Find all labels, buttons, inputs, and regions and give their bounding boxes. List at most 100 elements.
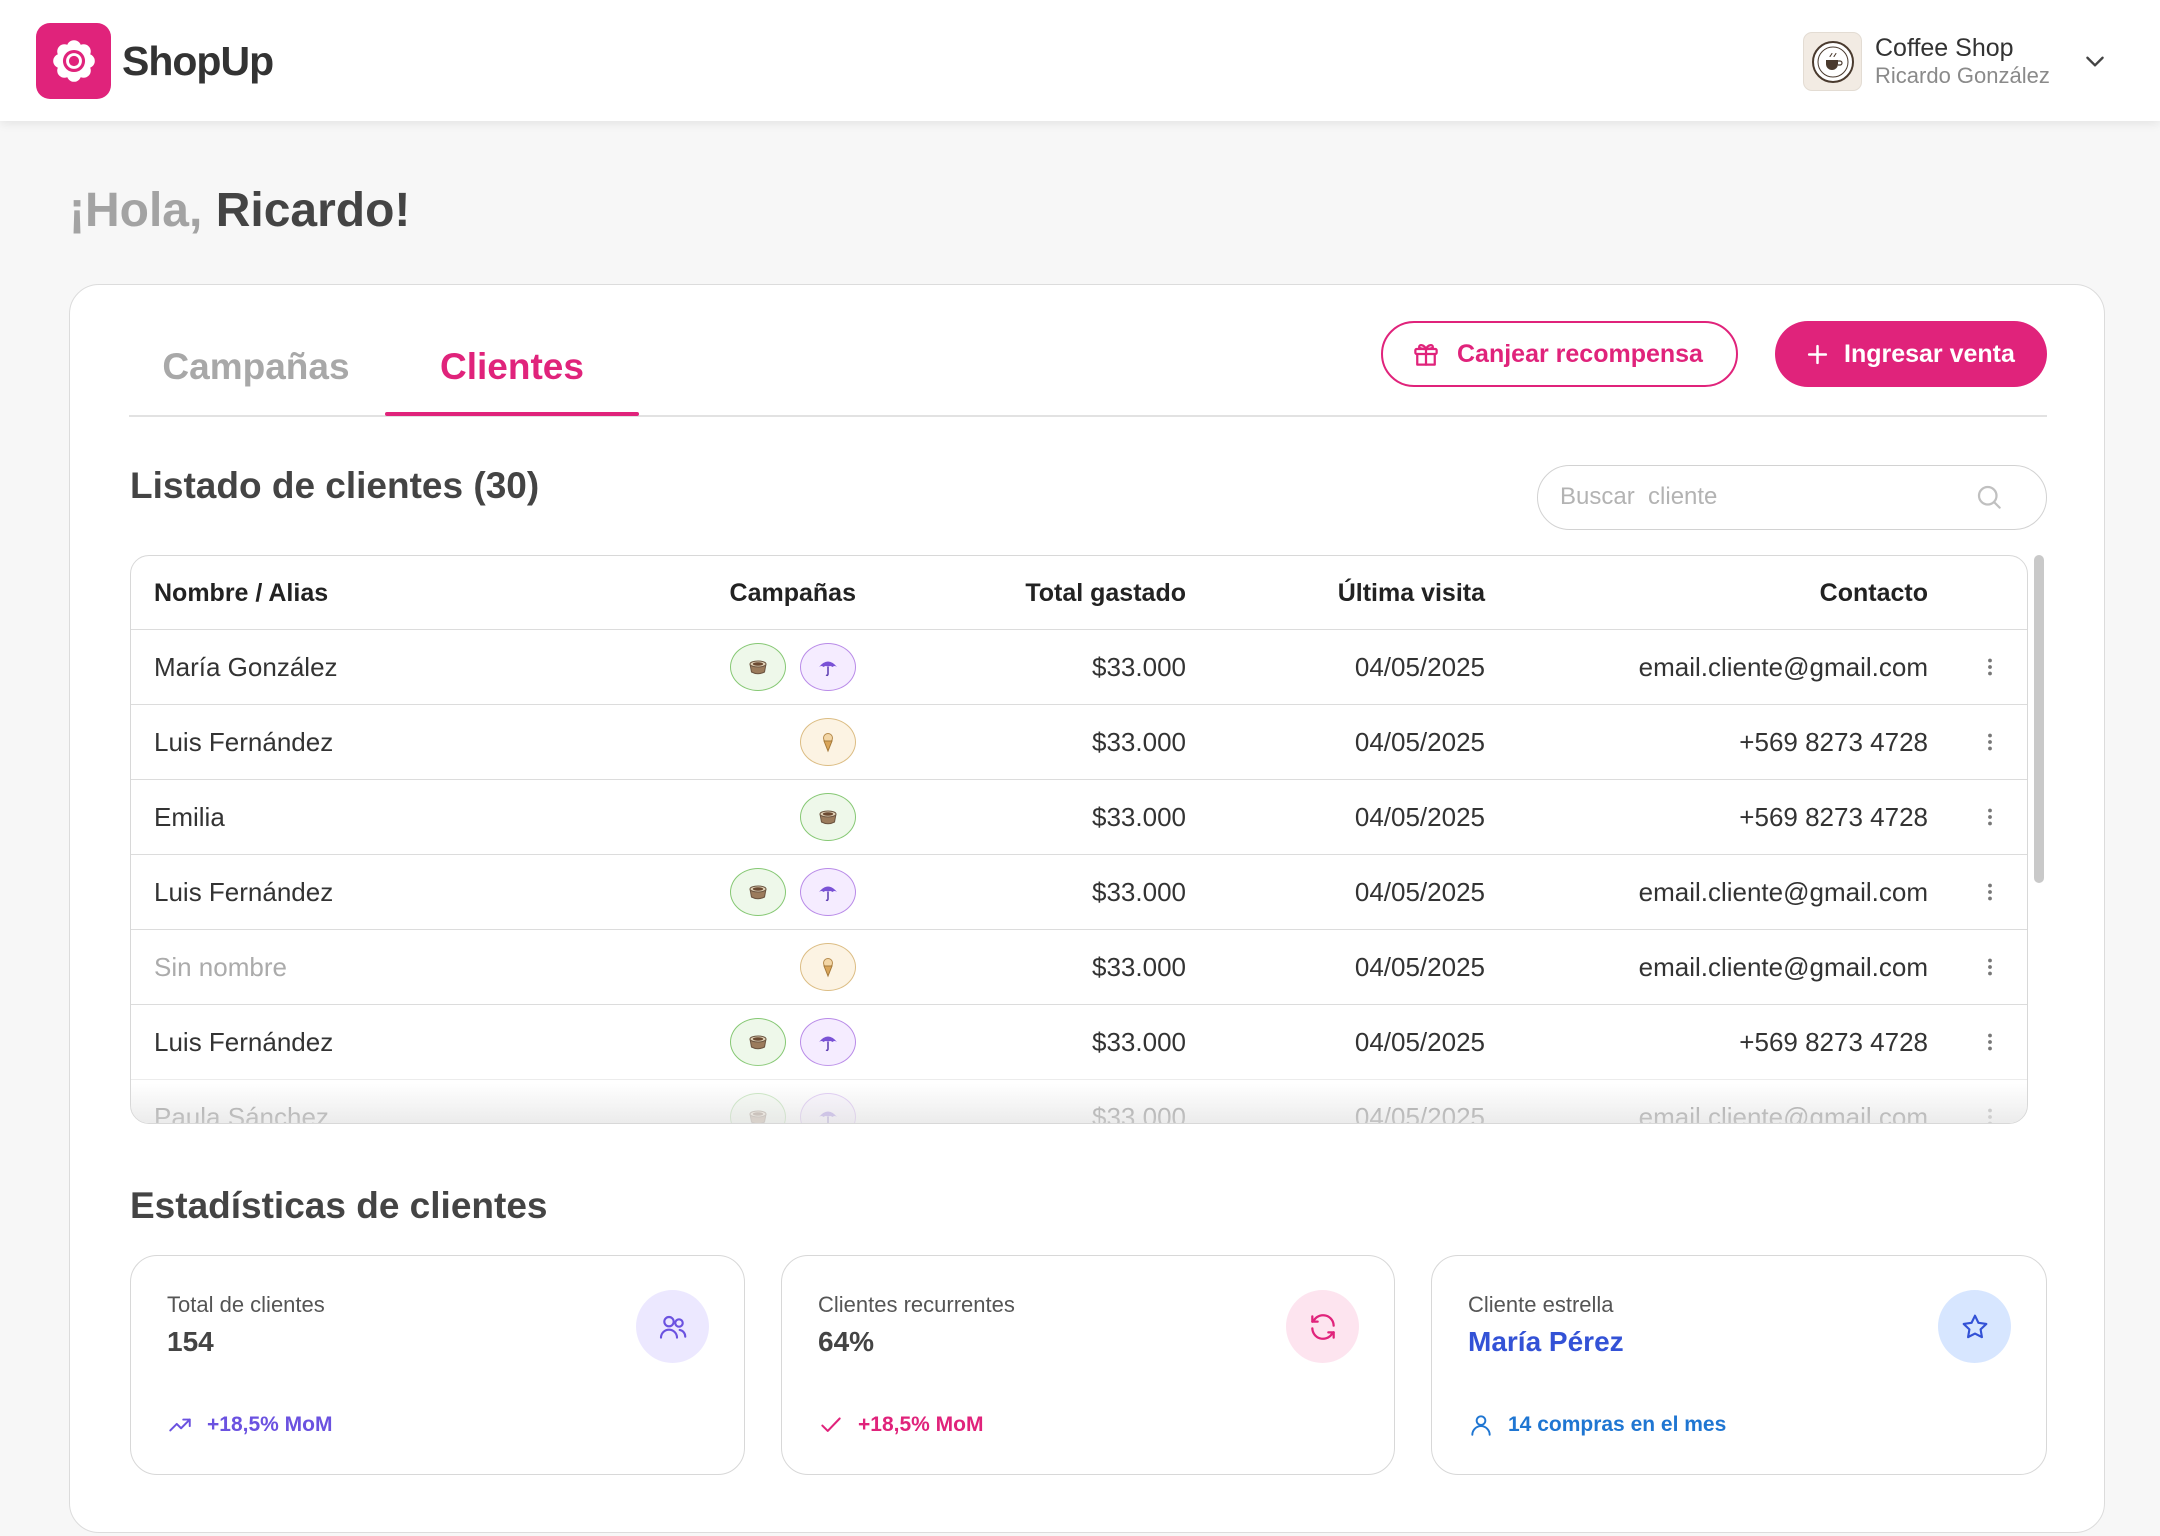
campaign-badges [730,1018,856,1066]
greeting: ¡Hola, Ricardo! [69,183,410,239]
shop-name: Coffee Shop [1875,34,2014,62]
greeting-prefix: ¡Hola, [69,184,203,237]
client-name: María González [154,652,338,682]
total-spent: $33.000 [1092,952,1186,982]
icecream-icon [816,955,840,979]
client-name: Luis Fernández [154,1027,334,1057]
coffee-icon [746,1105,770,1123]
last-visit: 04/05/2025 [1354,652,1485,682]
stat-value: María Pérez [1468,1326,1624,1357]
more-vertical-icon[interactable] [1978,655,2002,679]
stat-label: Cliente estrella [1468,1292,1614,1317]
last-visit: 04/05/2025 [1354,1102,1485,1124]
more-vertical-icon[interactable] [1978,805,2002,829]
account-switcher[interactable]: Coffee Shop Ricardo González [1803,32,2123,91]
stat-footer-text: +18,5% MoM [858,1413,984,1436]
last-visit: 04/05/2025 [1354,802,1485,832]
umbrella-icon [816,1105,840,1123]
new-sale-button[interactable]: Ingresar venta [1775,321,2047,387]
coffee-icon [816,805,840,829]
client-name: Emilia [154,802,225,832]
last-visit: 04/05/2025 [1354,952,1485,982]
table-row: Luis Fernández $33.000 04/05/2025 email.cli… [131,855,2027,930]
table-row: Paula Sánchez $33.000 04/05/2025 email.clie… [131,1080,2027,1124]
stat-value: 154 [167,1326,214,1357]
campaign-badges [800,943,856,991]
stat-footer-text: +18,5% MoM [207,1413,333,1436]
check-icon [818,1412,844,1438]
umbrella-icon [816,1030,840,1054]
stat-footer: +18,5% MoM [818,1410,983,1440]
tab-campaigns[interactable]: Campañas [129,335,383,399]
client-search[interactable] [1537,465,2047,530]
campaign-badge [800,718,856,766]
plus-icon [1805,342,1830,367]
total-spent: $33.000 [1092,652,1186,682]
main-panel: Campañas Clientes Canjear recompensa Ing… [69,284,2105,1533]
table-row: Luis Fernández $33.000 04/05/2025 +569 8273… [131,1005,2027,1080]
column-header-campaigns: Campañas [729,579,856,607]
campaign-badge [730,1018,786,1066]
total-spent: $33.000 [1092,1027,1186,1057]
table-row: María González $33.000 04/05/2025 email.cli… [131,630,2027,705]
search-input[interactable] [1560,466,1970,528]
table-scrollbar[interactable] [2034,555,2044,883]
top-bar: ShopUp Coffee Shop Ricardo González [0,0,2160,121]
total-spent: $33.000 [1092,1102,1186,1124]
contact: email.cliente@gmail.com [1638,877,1928,907]
stat-card-total-clients: Total de clientes 154 +18,5% MoM [130,1255,745,1475]
total-spent: $33.000 [1092,802,1186,832]
coffee-icon [746,655,770,679]
coffee-icon [746,1030,770,1054]
stat-footer-text: 14 compras en el mes [1508,1413,1727,1436]
campaign-badge [730,1093,786,1123]
client-name: Luis Fernández [154,877,334,907]
more-vertical-icon[interactable] [1978,730,2002,754]
clients-list-title: Listado de clientes (30) [130,465,540,506]
campaign-badges [800,718,856,766]
new-sale-label: Ingresar venta [1844,339,2015,368]
more-vertical-icon[interactable] [1978,1030,2002,1054]
gift-icon [1411,339,1441,369]
contact: email.cliente@gmail.com [1638,1102,1928,1124]
redeem-reward-label: Canjear recompensa [1457,339,1703,368]
redeem-reward-button[interactable]: Canjear recompensa [1381,321,1738,387]
client-name: Luis Fernández [154,727,334,757]
campaign-badges [730,643,856,691]
search-icon[interactable] [1974,482,2004,512]
shopup-logo-icon[interactable] [36,23,111,99]
greeting-name: Ricardo! [215,184,411,237]
user-name: Ricardo González [1875,63,2050,88]
campaign-badges [730,1093,856,1123]
column-header-last-visit: Última visita [1337,579,1485,607]
chevron-down-icon[interactable] [2082,48,2108,74]
contact: email.cliente@gmail.com [1638,652,1928,682]
campaign-badges [730,868,856,916]
campaign-badge [800,793,856,841]
active-tab-indicator [385,412,639,416]
users-icon [636,1290,709,1363]
stat-label: Total de clientes [167,1292,325,1317]
more-vertical-icon[interactable] [1978,1105,2002,1123]
stat-label: Clientes recurrentes [818,1292,1015,1317]
refresh-icon [1286,1290,1359,1363]
client-name: Sin nombre [154,952,287,982]
icecream-icon [816,730,840,754]
table-row: Emilia $33.000 04/05/2025 +569 8273 4728 [131,780,2027,855]
campaign-badge [800,643,856,691]
tab-clients[interactable]: Clientes [385,335,639,399]
table-row: Sin nombre $33.000 04/05/2025 email.cliente… [131,930,2027,1005]
more-vertical-icon[interactable] [1978,880,2002,904]
last-visit: 04/05/2025 [1354,727,1485,757]
campaign-badge [800,943,856,991]
stat-card-recurring-clients: Clientes recurrentes 64% +18,5% MoM [781,1255,1395,1475]
total-spent: $33.000 [1092,727,1186,757]
campaign-badge [730,868,786,916]
star-icon [1938,1290,2011,1363]
last-visit: 04/05/2025 [1354,1027,1485,1057]
table-header: Nombre / Alias Campañas Total gastado Úl… [131,556,2027,630]
more-vertical-icon[interactable] [1978,955,2002,979]
brand-name[interactable]: ShopUp [122,37,274,85]
user-icon [1468,1412,1494,1438]
campaign-badge [800,868,856,916]
